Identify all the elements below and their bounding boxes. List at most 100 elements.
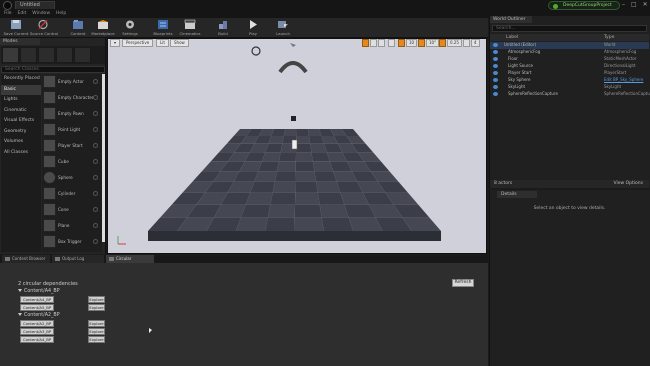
list-item[interactable]: Plane [42,218,102,234]
content-button[interactable]: Content [65,19,91,37]
explore-button[interactable]: Explore [88,304,105,311]
level-viewport[interactable] [107,38,487,254]
help-icon[interactable] [93,175,98,180]
camera-speed-icon[interactable] [463,39,470,47]
menu-file[interactable]: File [4,10,12,18]
help-icon[interactable] [93,223,98,228]
build-button[interactable]: Build [210,19,236,37]
explore-button[interactable]: Explore [88,328,105,335]
paint-mode-icon[interactable] [20,47,37,63]
help-icon[interactable] [93,191,98,196]
source-control-button[interactable]: Source Control [30,19,58,37]
play-button[interactable]: Play [240,19,266,37]
grid-size-value[interactable]: 10 [406,39,418,47]
list-item[interactable]: Empty Pawn [42,106,102,122]
landscape-mode-icon[interactable] [38,47,55,63]
table-row[interactable]: Player Start PlayerStart [490,70,649,77]
scale-snap-value[interactable]: 0.25 [447,39,462,47]
grid-snap-icon[interactable] [398,39,405,47]
translate-icon[interactable] [362,39,369,47]
dependency-group-header[interactable]: Content/A2_BP [18,313,60,318]
scale-snap-icon[interactable] [439,39,446,47]
dependency-asset[interactable]: Content/A2_BP [20,320,55,327]
tab-world-outliner[interactable]: World Outliner [490,16,532,23]
table-row[interactable]: Sky Sphere Edit BP_Sky_Sphere [490,77,649,84]
help-icon[interactable] [93,207,98,212]
lit-button[interactable]: Lit [156,39,169,47]
viewport-options-button[interactable]: ▾ [110,39,121,47]
menu-help[interactable]: Help [56,10,66,18]
list-item[interactable]: Empty Character [42,90,102,106]
list-item[interactable]: Cone [42,202,102,218]
save-current-button[interactable]: Save Current [3,19,29,37]
show-button[interactable]: Show [170,39,189,47]
visibility-eye-icon[interactable] [493,57,498,61]
maximize-button[interactable]: □ [631,1,637,8]
dependency-asset[interactable]: Content/A3_BP [20,328,55,335]
help-icon[interactable] [93,159,98,164]
list-item[interactable]: Cylinder [42,186,102,202]
category-volumes[interactable]: Volumes [1,137,41,148]
unreal-logo-icon[interactable] [3,1,12,10]
view-options-button[interactable]: View Options [614,180,643,188]
column-type[interactable]: Type [604,34,614,41]
dependency-asset[interactable]: Content/A4_BP [20,296,55,303]
launch-button[interactable]: Launch [270,19,296,37]
tab-modes[interactable]: Modes [0,38,40,45]
edit-sky-sphere-link[interactable]: Edit BP_Sky_Sphere [604,77,643,84]
list-item[interactable]: Player Start [42,138,102,154]
menu-edit[interactable]: Edit [18,10,27,18]
visibility-eye-icon[interactable] [493,71,498,75]
modes-scrollbar[interactable] [102,74,105,242]
explore-button[interactable]: Explore [88,296,105,303]
tab-level[interactable]: Untitled [15,1,55,9]
category-basic[interactable]: Basic [1,84,41,95]
visibility-eye-icon[interactable] [493,78,498,82]
refresh-button[interactable]: Refresh [452,279,474,287]
perspective-button[interactable]: Perspective [122,39,154,47]
list-item[interactable]: Point Light [42,122,102,138]
list-item[interactable]: Empty Actor [42,74,102,90]
settings-button[interactable]: Settings [117,19,143,37]
cinematics-button[interactable]: Cinematics [177,19,203,37]
category-geometry[interactable]: Geometry [1,127,41,138]
rotation-snap-icon[interactable] [418,39,425,47]
help-icon[interactable] [93,79,98,84]
help-icon[interactable] [93,127,98,132]
column-label[interactable]: Label [506,34,518,41]
help-icon[interactable] [93,239,98,244]
list-item[interactable]: Cube [42,154,102,170]
category-cinematic[interactable]: Cinematic [1,106,41,117]
camera-speed-value[interactable]: 4 [471,39,480,47]
menu-window[interactable]: Window [32,10,50,18]
table-row[interactable]: Light Source DirectionalLight [490,63,649,70]
list-item[interactable]: Sphere [42,170,102,186]
explore-button[interactable]: Explore [88,320,105,327]
category-recently-placed[interactable]: Recently Placed [1,74,41,85]
geometry-mode-icon[interactable] [74,47,91,63]
table-row[interactable]: SphereReflectionCapture SphereReflectionC… [490,91,650,98]
explore-button[interactable]: Explore [88,336,105,343]
scale-icon[interactable] [378,39,385,47]
visibility-eye-icon[interactable] [493,43,498,47]
rotate-icon[interactable] [370,39,377,47]
marketplace-button[interactable]: Marketplace [90,19,116,37]
table-row[interactable]: Floor StaticMeshActor [490,56,649,63]
visibility-eye-icon[interactable] [493,50,498,54]
search-classes-input[interactable]: Search Classes [1,66,105,73]
visibility-eye-icon[interactable] [493,92,498,96]
place-mode-icon[interactable] [2,47,19,63]
world-space-icon[interactable] [388,39,395,47]
dependency-group-header[interactable]: Content/A4_BP [18,289,60,294]
minimize-button[interactable]: – [622,1,625,8]
visibility-eye-icon[interactable] [493,85,498,89]
visibility-eye-icon[interactable] [493,64,498,68]
tab-details[interactable]: Details [497,191,537,198]
category-lights[interactable]: Lights [1,95,41,106]
help-icon[interactable] [93,111,98,116]
category-visual-effects[interactable]: Visual Effects [1,116,41,127]
outliner-search-input[interactable]: Search... [492,25,647,32]
tab-content-browser[interactable]: Content Browser [2,255,50,263]
rotation-snap-value[interactable]: 10° [426,39,440,47]
table-row[interactable]: Untitled (Editor) World [490,42,649,49]
